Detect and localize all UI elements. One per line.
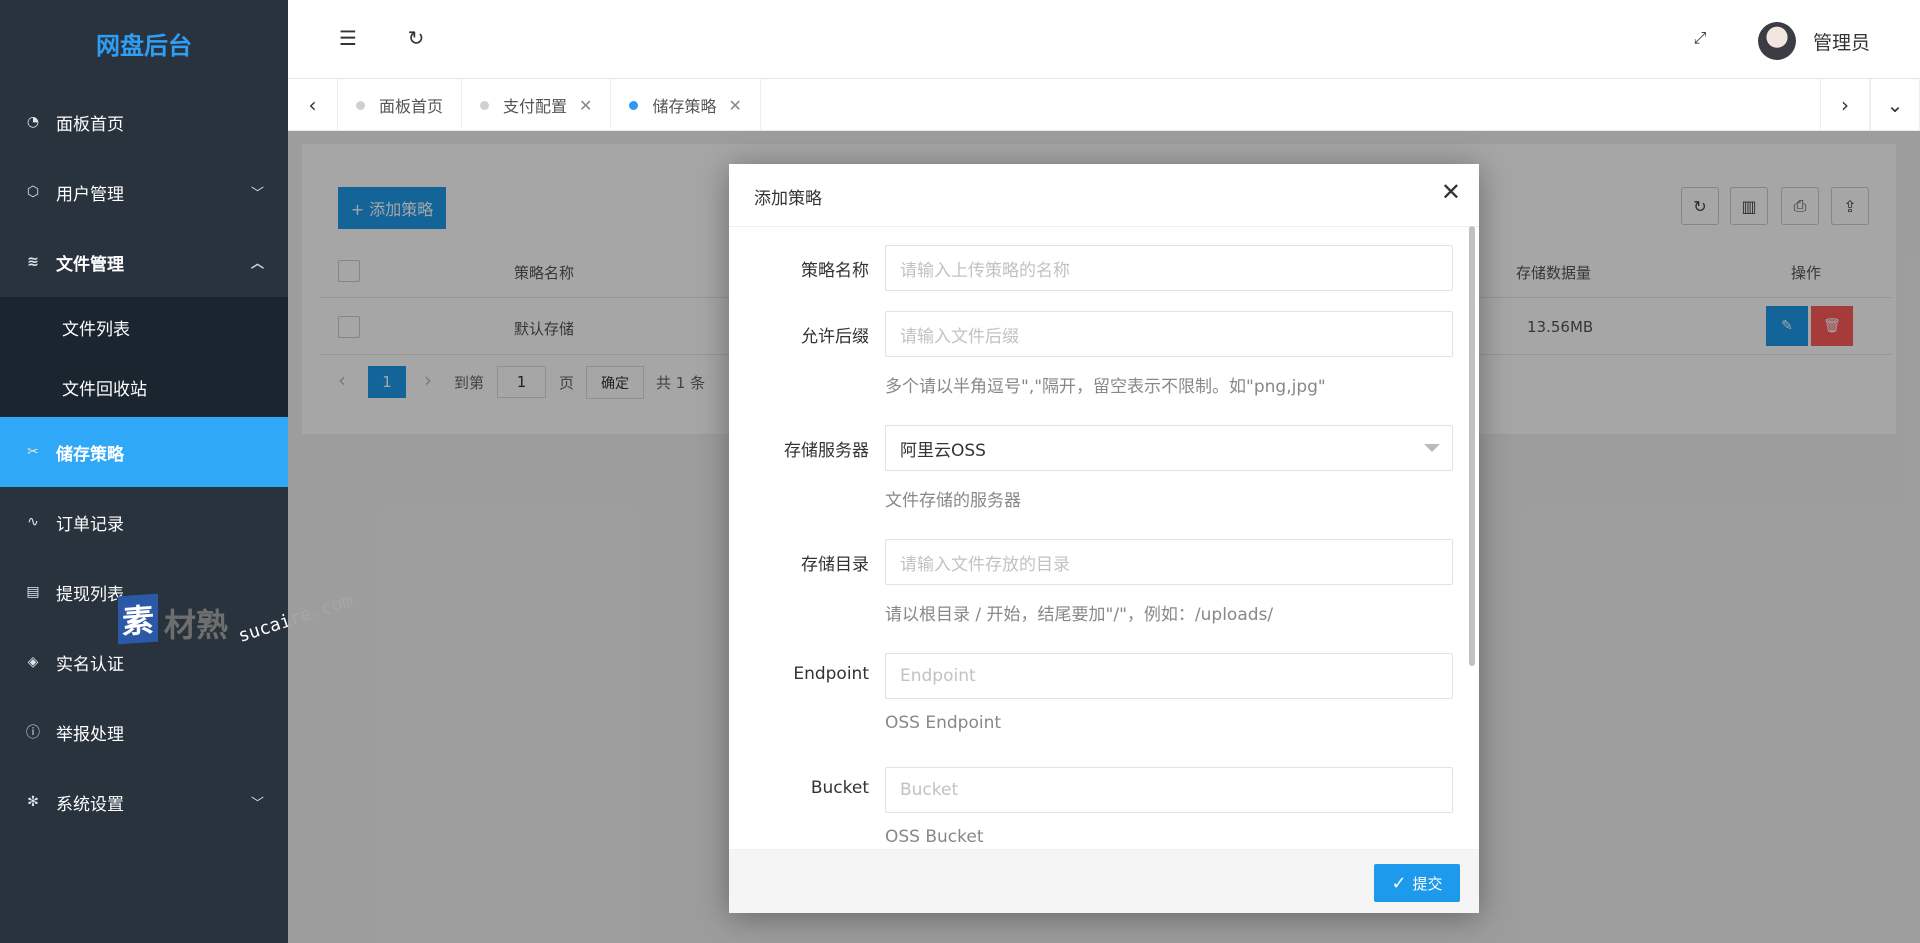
sidebar-item-label: 面板首页 — [56, 114, 124, 135]
sidebar-item-users[interactable]: ⬡ 用户管理 ﹀ — [0, 157, 288, 227]
user-name[interactable]: 管理员 — [1813, 28, 1870, 55]
layers-icon: ≋ — [27, 254, 39, 270]
directory-hint: 请以根目录 / 开始，结尾要加"/"，例如：/uploads/ — [885, 605, 1274, 625]
chevron-down-icon: ﹀ — [250, 186, 264, 202]
chevron-down-icon: ﹀ — [250, 796, 264, 812]
tab-dashboard[interactable]: 面板首页 — [338, 79, 463, 131]
endpoint-hint: OSS Endpoint — [885, 713, 1002, 733]
tab-dot-icon — [629, 100, 639, 110]
refresh-icon[interactable]: ↻ — [404, 26, 428, 50]
caret-down-icon — [1424, 444, 1440, 452]
field-label-bucket: Bucket — [810, 778, 869, 798]
dashboard-icon: ◔ — [26, 114, 40, 130]
close-icon[interactable]: ✕ — [728, 96, 741, 115]
avatar[interactable] — [1758, 22, 1796, 60]
tab-storage-policy[interactable]: 储存策略 ✕ — [611, 79, 761, 131]
chevron-up-icon: ︿ — [250, 256, 264, 272]
sidebar-item-label: 文件管理 — [56, 254, 124, 275]
sidebar-item-verification[interactable]: ◈ 实名认证 — [0, 627, 288, 697]
sidebar-item-label: 储存策略 — [56, 444, 124, 465]
field-label-endpoint: Endpoint — [793, 664, 869, 684]
clipboard-icon: ▤ — [26, 584, 40, 600]
tabs: 面板首页 支付配置 ✕ 储存策略 ✕ — [338, 79, 761, 131]
sidebar-item-settings[interactable]: ✻ 系统设置 ﹀ — [0, 767, 288, 837]
sidebar-item-storage-policy[interactable]: ✂ 储存策略 — [0, 417, 288, 487]
sidebar-item-withdrawals[interactable]: ▤ 提现列表 — [0, 557, 288, 627]
dialog-title: 添加策略 — [754, 189, 822, 209]
sidebar-item-label: 提现列表 — [56, 584, 124, 605]
endpoint-input[interactable]: Endpoint — [885, 653, 1453, 699]
sidebar-submenu-files: 文件列表 文件回收站 — [0, 297, 288, 417]
field-label-server: 存储服务器 — [784, 441, 869, 461]
selected-value: 阿里云OSS — [900, 440, 986, 461]
cube-icon: ⬡ — [26, 184, 40, 200]
close-icon[interactable]: ✕ — [579, 96, 592, 115]
tab-label: 储存策略 — [652, 97, 717, 116]
top-header: ☰ ↻ ⤢ 管理员 — [288, 0, 1920, 79]
app-logo: 网盘后台 — [96, 32, 192, 60]
shield-check-icon: ◈ — [27, 654, 39, 670]
suffix-input[interactable]: 请输入文件后缀 — [885, 311, 1453, 357]
directory-input[interactable]: 请输入文件存放的目录 — [885, 539, 1453, 585]
tab-dot-icon — [480, 100, 490, 110]
storage-server-select[interactable]: 阿里云OSS — [885, 425, 1453, 471]
sidebar-item-dashboard[interactable]: ◔ 面板首页 — [0, 87, 288, 157]
sidebar: 网盘后台 ◔ 面板首页 ⬡ 用户管理 ﹀ ≋ 文件管理 ︿ 文件列表 文件回收站… — [0, 0, 356, 943]
sidebar-item-label: 举报处理 — [56, 724, 124, 745]
sidebar-item-label: 订单记录 — [56, 514, 124, 535]
sidebar-item-recycle-bin[interactable]: 文件回收站 — [0, 357, 288, 417]
gear-icon: ✻ — [27, 794, 39, 810]
bucket-input[interactable]: Bucket — [885, 767, 1453, 813]
tab-dot-icon — [356, 100, 365, 110]
info-icon: ⓘ — [26, 725, 40, 741]
add-policy-dialog: 添加策略 ✕ 策略名称 请输入上传策略的名称 允许后缀 请输入文件后缀 多个请以… — [729, 164, 1479, 913]
tab-label: 支付配置 — [503, 97, 568, 116]
sidebar-item-files[interactable]: ≋ 文件管理 ︿ — [0, 227, 288, 297]
pulse-icon: ∿ — [27, 514, 39, 530]
field-label-suffix: 允许后缀 — [801, 327, 869, 347]
server-hint: 文件存储的服务器 — [885, 491, 1021, 511]
sidebar-item-label: 用户管理 — [56, 184, 124, 205]
sidebar-item-label: 系统设置 — [56, 794, 124, 815]
dialog-footer: ✓ 提交 — [729, 849, 1479, 913]
sidebar-item-reports[interactable]: ⓘ 举报处理 — [0, 697, 288, 767]
policy-name-input[interactable]: 请输入上传策略的名称 — [885, 245, 1453, 291]
tab-payment-config[interactable]: 支付配置 ✕ — [462, 79, 612, 131]
field-label-name: 策略名称 — [801, 261, 869, 281]
dialog-scrollbar[interactable] — [1469, 226, 1475, 666]
sidebar-item-label: 实名认证 — [56, 654, 124, 675]
field-label-directory: 存储目录 — [801, 555, 869, 575]
fullscreen-icon[interactable]: ⤢ — [1688, 26, 1712, 50]
check-icon: ✓ — [1391, 872, 1407, 894]
tab-menu-chevron-down-icon[interactable]: ⌄ — [1870, 79, 1920, 131]
tab-scroll-right-icon[interactable]: › — [1820, 79, 1870, 131]
tools-icon: ✂ — [27, 444, 39, 460]
tab-label: 面板首页 — [379, 97, 444, 116]
suffix-hint: 多个请以半角逗号","隔开，留空表示不限制。如"png,jpg" — [885, 377, 1326, 397]
submit-button[interactable]: ✓ 提交 — [1374, 864, 1460, 902]
dialog-header-divider — [729, 226, 1479, 227]
tab-scroll-left-icon[interactable]: ‹ — [288, 79, 338, 131]
sidebar-item-file-list[interactable]: 文件列表 — [0, 297, 288, 357]
bucket-hint: OSS Bucket — [885, 827, 984, 847]
sidebar-item-orders[interactable]: ∿ 订单记录 — [0, 487, 288, 557]
submit-label: 提交 — [1412, 874, 1443, 893]
tab-bar: ‹ 面板首页 支付配置 ✕ 储存策略 ✕ › ⌄ — [288, 79, 1920, 131]
close-icon[interactable]: ✕ — [1441, 178, 1461, 206]
menu-collapse-icon[interactable]: ☰ — [336, 26, 360, 50]
